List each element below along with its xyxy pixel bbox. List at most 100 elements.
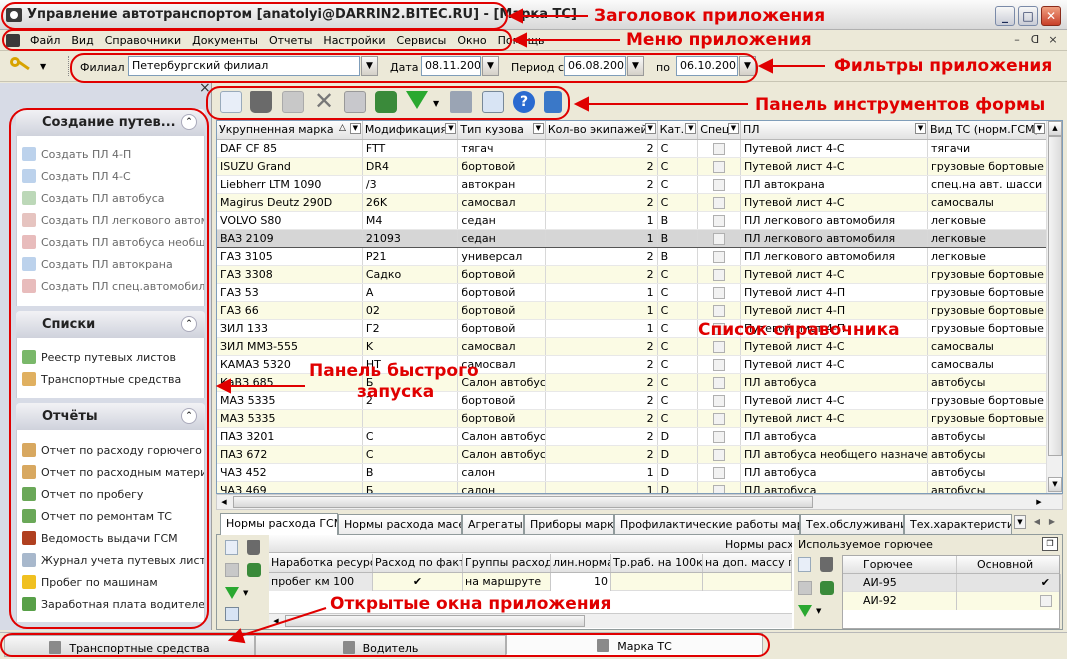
norms-col-work100[interactable]: Тр.раб. на 100км <box>611 554 703 572</box>
report-waybill-journal[interactable]: Журнал учета путевых листов <box>17 549 204 571</box>
grid-cell-col-modification[interactable]: C <box>362 427 459 446</box>
grid-cell-col-category[interactable]: C <box>657 193 699 212</box>
grid-cell-col-modification[interactable]: M4 <box>362 211 459 230</box>
grid-cell-col-category[interactable]: C <box>657 139 699 158</box>
report-repairs[interactable]: Отчет по ремонтам ТС <box>17 505 204 527</box>
column-filter-dropdown-icon[interactable]: ▼ <box>1034 123 1045 134</box>
norms-cell-extra-mass[interactable] <box>703 573 792 591</box>
grid-cell-col-special[interactable] <box>697 409 741 428</box>
special-checkbox[interactable] <box>713 340 726 353</box>
grid-cell-col-body-type[interactable]: салон <box>457 463 546 482</box>
mdi-close-button[interactable]: × <box>1045 33 1061 48</box>
refresh-icon[interactable] <box>375 91 397 113</box>
delete-trash-icon[interactable] <box>820 557 833 572</box>
tab-scroll-right-icon[interactable]: ▶ <box>1045 515 1059 529</box>
grid-cell-col-category[interactable]: C <box>657 355 699 374</box>
table-row[interactable]: ЧАЗ 452 Bсалон 1 D ПЛ автобуса автобусы <box>217 463 1047 482</box>
table-row[interactable]: ЗИЛ ММЗ-555 Kсамосвал 2 C Путевой лист 4-С са… <box>217 337 1047 356</box>
grid-cell-col-special[interactable] <box>697 355 741 374</box>
cancel-icon[interactable] <box>225 563 239 577</box>
horizontal-scroll-thumb[interactable] <box>285 615 585 627</box>
grid-cell-col-waybill[interactable]: Путевой лист 4-С <box>740 409 929 428</box>
norms-col-group[interactable]: Группы расхода <box>463 554 551 572</box>
fuel-cell-main-checkbox[interactable]: ✔ <box>957 574 1061 592</box>
grid-cell-col-category[interactable]: D <box>657 445 699 464</box>
fuel-col-fuel[interactable]: Горючее <box>843 556 957 573</box>
table-row[interactable]: МАЗ 5335 2 бортовой 2 C Путевой лист 4-С грузо… <box>217 391 1047 410</box>
table-row[interactable]: VOLVO S80 M4 седан 1 B ПЛ легкового автомобил… <box>217 211 1047 230</box>
grid-cell-col-vehicle-type[interactable]: автобусы <box>927 463 1047 482</box>
grid-cell-col-vehicle-type[interactable]: самосвалы <box>927 337 1047 356</box>
table-row[interactable]: ЗИЛ 133 Г2 бортовой 1 C Путевой лист 4-П грузо… <box>217 319 1047 338</box>
grid-cell-col-special[interactable] <box>697 391 741 410</box>
grid-cell-col-special[interactable] <box>697 481 741 493</box>
grid-cell-col-body-type[interactable]: универсал <box>457 247 546 266</box>
tab-oil-norms[interactable]: Нормы расхода масел <box>338 514 462 534</box>
menu-documents[interactable]: Документы <box>192 34 264 47</box>
special-checkbox[interactable] <box>713 286 726 299</box>
grid-cell-col-vehicle-type[interactable]: грузовые бортовые <box>927 301 1047 320</box>
special-checkbox[interactable] <box>713 466 726 479</box>
grid-cell-col-vehicle-type[interactable]: грузовые бортовые <box>927 157 1047 176</box>
grid-cell-col-crew-count[interactable]: 1 <box>545 211 658 230</box>
task-driver[interactable]: Водитель <box>255 635 506 657</box>
grid-cell-col-modification[interactable]: B <box>362 463 459 482</box>
key-icon[interactable] <box>10 57 32 75</box>
grid-cell-col-special[interactable] <box>697 175 741 194</box>
collapse-chevron-icon[interactable]: ⌃ <box>181 114 197 130</box>
grid-cell-col-body-type[interactable]: бортовой <box>457 283 546 302</box>
grid-cell-col-brand[interactable]: Magirus Deutz 290D <box>217 193 363 212</box>
scroll-left-arrow-icon[interactable]: ◀ <box>269 614 283 628</box>
grid-cell-col-brand[interactable]: ВАЗ 2109 <box>217 228 363 248</box>
date-dropdown-button[interactable]: ▼ <box>482 56 499 76</box>
column-filter-dropdown-icon[interactable]: ▼ <box>727 123 739 134</box>
grid-cell-col-modification[interactable]: /3 <box>362 175 459 194</box>
table-row[interactable]: ГАЗ 53 Aбортовой 1 C Путевой лист 4-П грузовы… <box>217 283 1047 302</box>
grid-cell-col-vehicle-type[interactable]: грузовые бортовые <box>927 283 1047 302</box>
grid-cell-col-brand[interactable]: ПАЗ 3201 <box>217 427 363 446</box>
grid-cell-col-waybill[interactable]: ПЛ автобуса <box>740 373 929 392</box>
grid-cell-col-waybill[interactable]: ПЛ легкового автомобиля <box>740 228 929 248</box>
grid-cell-col-brand[interactable]: ГАЗ 53 <box>217 283 363 302</box>
special-checkbox[interactable] <box>713 358 726 371</box>
special-checkbox[interactable] <box>713 178 726 191</box>
filter-dropdown-arrow-icon[interactable]: ▼ <box>243 589 248 597</box>
table-row[interactable]: Magirus Deutz 290D 26K самосвал 2 C Путевой л… <box>217 193 1047 212</box>
table-row[interactable]: ГАЗ 66 02 бортовой 1 C Путевой лист 4-П грузов… <box>217 301 1047 320</box>
grid-cell-col-modification[interactable]: Садко <box>362 265 459 284</box>
grid-cell-col-modification[interactable]: DR4 <box>362 157 459 176</box>
grid-cell-col-category[interactable]: C <box>657 283 699 302</box>
grid-cell-col-waybill[interactable]: Путевой лист 4-С <box>740 139 929 158</box>
section-create-waybills[interactable]: Создание путев... ⌃ <box>16 109 205 136</box>
grid-cell-col-crew-count[interactable]: 2 <box>545 445 658 464</box>
sort-ascending-icon[interactable]: △ <box>339 123 346 133</box>
grid-cell-col-body-type[interactable]: Салон автобуса <box>457 445 546 464</box>
grid-header-col-waybill[interactable]: ПЛ ▼ <box>740 121 929 140</box>
new-document-icon[interactable] <box>220 91 242 113</box>
grid-cell-col-vehicle-type[interactable]: легковые <box>927 228 1047 248</box>
grid-header-col-crew-count[interactable]: Кол-во экипажей ▼ <box>545 121 658 140</box>
tab-units[interactable]: Агрегаты <box>462 514 524 534</box>
grid-cell-col-crew-count[interactable]: 1 <box>545 481 658 493</box>
grid-header-col-category[interactable]: Кат. ▼ <box>657 121 699 140</box>
grid-cell-col-brand[interactable]: ISUZU Grand <box>217 157 363 176</box>
close-button[interactable]: ✕ <box>1041 6 1061 26</box>
grid-cell-col-waybill[interactable]: ПЛ легкового автомобиля <box>740 211 929 230</box>
grid-cell-col-special[interactable] <box>697 193 741 212</box>
minimize-button[interactable]: _ <box>995 6 1015 26</box>
norms-cell-work100[interactable] <box>611 573 703 591</box>
grid-cell-col-crew-count[interactable]: 1 <box>545 463 658 482</box>
table-row[interactable]: ПАЗ 672 C Салон автобуса 2 D ПЛ автобуса необ… <box>217 445 1047 464</box>
filter-dropdown-arrow-icon[interactable]: ▼ <box>433 99 439 108</box>
table-row[interactable]: ПАЗ 3201 C Салон автобуса 2 D ПЛ автобуса авто… <box>217 427 1047 446</box>
cancel-icon[interactable] <box>798 581 812 595</box>
grid-cell-col-waybill[interactable]: ПЛ легкового автомобиля <box>740 247 929 266</box>
grid-cell-col-brand[interactable]: ЗИЛ ММЗ-555 <box>217 337 363 356</box>
grid-horizontal-scrollbar[interactable]: ◀ ▶ <box>216 494 1063 510</box>
grid-cell-col-body-type[interactable]: бортовой <box>457 157 546 176</box>
special-checkbox[interactable] <box>713 196 726 209</box>
grid-cell-col-category[interactable]: C <box>657 157 699 176</box>
special-checkbox[interactable] <box>713 394 726 407</box>
grid-cell-col-body-type[interactable]: самосвал <box>457 193 546 212</box>
table-row[interactable]: ГАЗ 3308 Садко бортовой 2 C Путевой лист 4-С г… <box>217 265 1047 284</box>
